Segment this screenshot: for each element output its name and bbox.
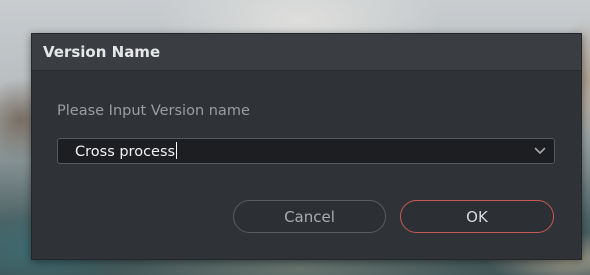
version-name-prompt: Please Input Version name	[57, 103, 250, 119]
ok-button[interactable]: OK	[400, 200, 554, 233]
version-name-dialog: Version Name Please Input Version name C…	[31, 33, 582, 260]
dialog-titlebar: Version Name	[32, 34, 581, 71]
version-name-combobox[interactable]: Cross process	[57, 138, 555, 164]
text-cursor	[176, 142, 178, 159]
dropdown-button[interactable]	[526, 139, 554, 163]
version-name-value: Cross process	[75, 144, 176, 160]
cancel-button-label: Cancel	[284, 207, 335, 226]
cancel-button[interactable]: Cancel	[233, 200, 386, 233]
ok-button-label: OK	[466, 207, 488, 226]
chevron-down-icon	[534, 147, 546, 154]
dialog-title: Version Name	[43, 43, 161, 61]
version-name-input[interactable]: Cross process	[58, 142, 526, 160]
